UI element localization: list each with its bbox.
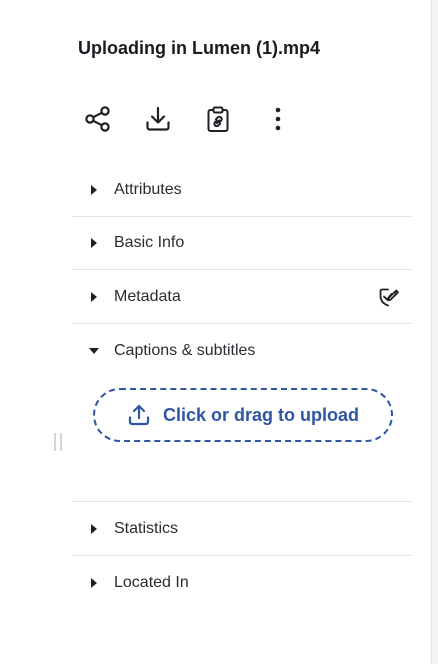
section-label: Statistics xyxy=(114,520,179,537)
section-label: Attributes xyxy=(114,181,182,198)
panel-resize-handle[interactable] xyxy=(54,433,62,451)
asset-toolbar xyxy=(82,102,294,136)
download-button[interactable] xyxy=(142,102,174,136)
copy-link-button[interactable] xyxy=(202,102,234,136)
clipboard-link-icon xyxy=(207,106,229,132)
asset-title: Uploading in Lumen (1).mp4 xyxy=(78,38,320,58)
section-label: Metadata xyxy=(114,288,181,305)
section-label: Located In xyxy=(114,573,189,591)
edit-metadata-button[interactable] xyxy=(378,286,400,308)
section-basic-info[interactable]: Basic Info xyxy=(72,217,412,270)
section-captions-subtitles[interactable]: Captions & subtitles xyxy=(72,324,412,377)
section-label: Basic Info xyxy=(114,234,185,251)
edit-badge-icon xyxy=(379,288,399,307)
section-located-in[interactable]: Located In xyxy=(72,556,412,609)
share-icon xyxy=(85,106,110,132)
upload-icon xyxy=(128,404,150,426)
caret-down-icon xyxy=(88,345,100,357)
share-button[interactable] xyxy=(82,102,114,136)
more-vertical-icon xyxy=(275,107,281,131)
caret-right-icon xyxy=(88,523,100,535)
upload-label: Click or drag to upload xyxy=(162,404,359,425)
caret-right-icon xyxy=(88,237,100,249)
caret-right-icon xyxy=(88,291,100,303)
asset-details-panel: Uploading in Lumen (1).mp4 Attributes Ba… xyxy=(0,0,432,664)
section-statistics[interactable]: Statistics xyxy=(72,503,412,556)
download-icon xyxy=(146,106,170,131)
section-attributes[interactable]: Attributes xyxy=(72,164,412,217)
caret-right-icon xyxy=(88,184,100,196)
section-label: Captions & subtitles xyxy=(114,341,256,359)
caret-right-icon xyxy=(88,577,100,589)
captions-upload-area: Click or drag to upload xyxy=(72,377,412,502)
resize-grip-line xyxy=(54,433,56,451)
upload-captions-button[interactable]: Click or drag to upload xyxy=(93,388,393,442)
section-metadata[interactable]: Metadata xyxy=(72,271,412,324)
resize-grip-line xyxy=(60,433,62,451)
more-options-button[interactable] xyxy=(262,102,294,136)
